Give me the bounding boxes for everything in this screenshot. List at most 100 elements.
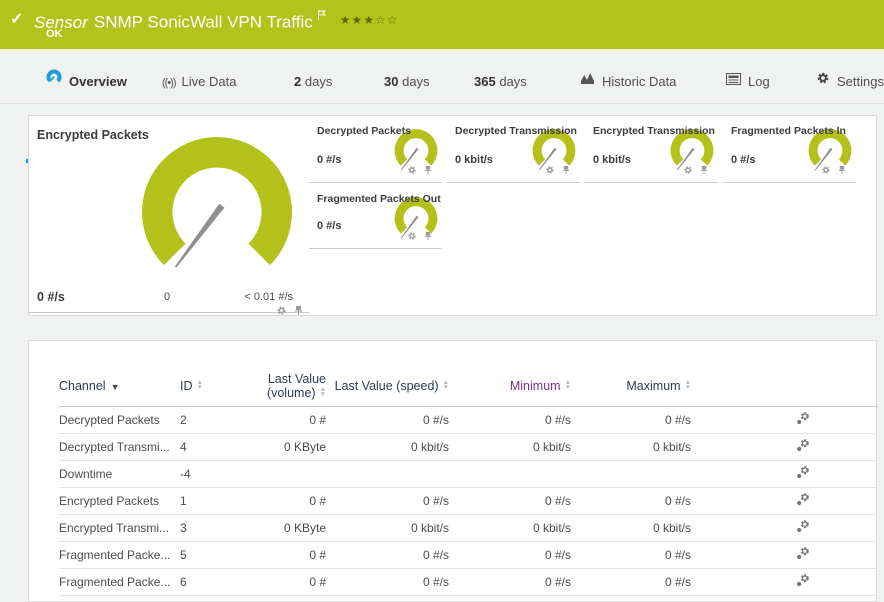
tab-historic-data[interactable]: Historic Data [580, 62, 676, 104]
gauge-tile-fragmented-packets-in[interactable]: Fragmented Packets In 0 #/s [723, 121, 856, 183]
channel-table-panel: Channel ▼ ID ▲ ▼ Last Value (volume) ▲ ▼ Last… [28, 340, 878, 602]
table-row[interactable]: Encrypted Packets 1 0 # 0 #/s 0 #/s 0 #/… [59, 487, 878, 514]
page-title: SNMP SonicWall VPN Traffic [93, 12, 313, 32]
column-header-id[interactable]: ID ▲ ▼ [180, 366, 228, 406]
ok-check-icon: ✓ [10, 11, 24, 28]
tab-30-days[interactable]: 30 days [384, 62, 430, 104]
stars-filled: ★★★ [339, 12, 376, 27]
gauge-title: Encrypted Transmission [593, 125, 715, 137]
table-row[interactable]: Encrypted Transmi... 3 0 KByte 0 kbit/s … [59, 514, 878, 541]
tab-label: days [499, 74, 527, 89]
channel-name[interactable]: Fragmented Packe... [59, 568, 180, 595]
channel-name[interactable]: Encrypted Transmi... [59, 514, 180, 541]
tab-overview[interactable]: Overview [46, 62, 127, 104]
tab-settings[interactable]: Settings [816, 62, 884, 104]
table-header-row: Channel ▼ ID ▲ ▼ Last Value (volume) ▲ ▼ Last… [59, 366, 878, 406]
gauge-current-value: 0 #/s [37, 290, 65, 304]
pin-icon[interactable] [294, 305, 303, 316]
last-value-volume: 0 # [309, 574, 326, 589]
sort-icon: ▲ ▼ [196, 379, 203, 392]
log-list-icon [726, 61, 741, 101]
last-value-speed: 0 #/s [422, 547, 449, 562]
channel-id: 3 [180, 520, 187, 535]
maximum-value: 0 #/s [664, 574, 691, 589]
last-value-volume: 0 # [309, 493, 326, 508]
tab-number: 365 [474, 74, 496, 89]
maximum-value: 0 #/s [664, 493, 691, 508]
sort-icon: ▲ ▼ [684, 379, 691, 392]
table-row[interactable]: Fragmented Packe... 6 0 # 0 #/s 0 #/s 0 … [59, 568, 878, 595]
minimum-value [449, 460, 571, 487]
tab-label: Log [748, 74, 770, 89]
channel-name[interactable]: Encrypted Packets [59, 487, 180, 514]
area-chart-icon [580, 61, 595, 101]
table-row[interactable]: Downtime -4 [59, 460, 878, 487]
tab-2-days[interactable]: 2 days [294, 62, 332, 104]
table-row[interactable]: Fragmented Packe... 5 0 # 0 #/s 0 #/s 0 … [59, 541, 878, 568]
gauge-tile-decrypted-transmission[interactable]: Decrypted Transmission 0 kbit/s [447, 121, 580, 183]
tab-live-data[interactable]: ((•)) Live Data [162, 62, 236, 104]
gauge-tile-encrypted-transmission[interactable]: Encrypted Transmission 0 kbit/s [585, 121, 718, 183]
tab-365-days[interactable]: 365 days [474, 62, 527, 104]
tab-label: days [402, 74, 430, 89]
sort-icon: ▲ ▼ [564, 379, 571, 392]
column-header-channel[interactable]: Channel ▼ [59, 366, 180, 406]
channel-settings-icon[interactable] [795, 465, 810, 480]
column-header-minimum[interactable]: Minimum ▲ ▼ [449, 366, 571, 406]
channel-settings-icon[interactable] [795, 546, 810, 561]
sort-icon: ▲ ▼ [319, 386, 326, 399]
gauge-title: Decrypted Transmission [455, 125, 577, 137]
channel-table: Channel ▼ ID ▲ ▼ Last Value (volume) ▲ ▼ Last… [59, 366, 878, 596]
channel-settings-icon[interactable] [795, 438, 810, 453]
last-value-volume [228, 460, 326, 487]
gauges-panel: Encrypted Packets 0 #/s 0 < 0.01 #/s Dec… [28, 115, 877, 316]
last-value-speed: 0 kbit/s [410, 439, 449, 454]
gauge-tile-fragmented-packets-out[interactable]: Fragmented Packets Out 0 #/s [309, 189, 442, 249]
gear-icon[interactable] [276, 305, 287, 316]
last-value-volume: 0 # [309, 412, 326, 427]
sensor-status-bar: ✓ Sensor SNMP SonicWall VPN Traffic ★★★☆☆ … [0, 0, 884, 49]
channel-id: 1 [180, 493, 187, 508]
channel-name[interactable]: Downtime [59, 460, 180, 487]
channel-name[interactable]: Decrypted Transmi... [59, 433, 180, 460]
gauge-tile-encrypted-packets[interactable]: Encrypted Packets 0 #/s 0 < 0.01 #/s [29, 116, 309, 316]
gauge-icon [46, 61, 62, 101]
channel-settings-icon[interactable] [795, 411, 810, 426]
column-header-maximum[interactable]: Maximum ▲ ▼ [571, 366, 691, 406]
channel-id: 6 [180, 574, 187, 589]
maximum-value: 0 #/s [664, 547, 691, 562]
last-value-volume: 0 KByte [283, 439, 326, 454]
tab-log[interactable]: Log [726, 62, 770, 104]
stars-empty: ☆☆ [375, 12, 399, 27]
channel-id: -4 [180, 466, 191, 481]
channel-settings-icon[interactable] [795, 519, 810, 534]
minimum-value: 0 #/s [544, 412, 571, 427]
tab-label: Live Data [181, 74, 237, 89]
flag-icon[interactable] [317, 6, 326, 25]
table-row[interactable]: Decrypted Packets 2 0 # 0 #/s 0 #/s 0 #/… [59, 406, 878, 433]
gauge-title: Fragmented Packets In [731, 125, 846, 137]
channel-name[interactable]: Decrypted Packets [59, 406, 180, 433]
gauge-tile-decrypted-packets[interactable]: Decrypted Packets 0 #/s [309, 121, 442, 183]
gauge-title: Fragmented Packets Out [317, 193, 441, 205]
last-value-speed: 0 kbit/s [410, 520, 449, 535]
tab-number: 30 [384, 74, 399, 89]
sort-desc-icon: ▼ [110, 381, 120, 392]
table-row[interactable]: Decrypted Transmi... 4 0 KByte 0 kbit/s … [59, 433, 878, 460]
minimum-value: 0 kbit/s [532, 520, 571, 535]
column-header-last-value-speed[interactable]: Last Value (speed) ▲ ▼ [326, 366, 449, 406]
sort-icon: ▲ ▼ [442, 379, 449, 392]
column-header-last-value-volume[interactable]: Last Value (volume) ▲ ▼ [228, 366, 326, 406]
minimum-value: 0 #/s [544, 574, 571, 589]
tab-bar: Overview ((•)) Live Data 2 days 30 days 3… [0, 62, 884, 163]
priority-stars[interactable]: ★★★☆☆ [340, 13, 399, 27]
gauge-current-value: 0 #/s [317, 220, 342, 232]
channel-settings-icon[interactable] [795, 573, 810, 588]
status-badge: OK [46, 28, 63, 40]
channel-id: 2 [180, 412, 187, 427]
channel-name[interactable]: Fragmented Packe... [59, 541, 180, 568]
last-value-speed [326, 460, 449, 487]
channel-settings-icon[interactable] [795, 492, 810, 507]
last-value-speed: 0 #/s [422, 493, 449, 508]
minimum-value: 0 #/s [544, 493, 571, 508]
